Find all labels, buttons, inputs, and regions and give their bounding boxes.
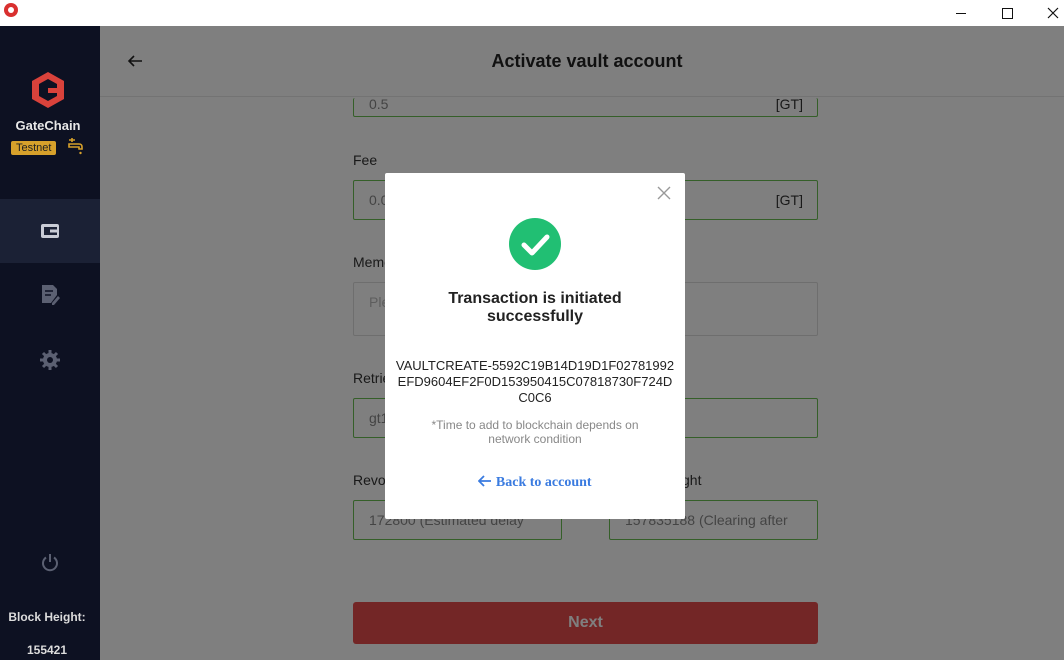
gatechain-logo-icon [32, 72, 64, 108]
close-icon [1047, 7, 1059, 19]
block-height-value: 155421 [26, 643, 68, 657]
block-height-label: Block Height: [8, 610, 86, 624]
back-to-account-label: Back to account [495, 475, 592, 490]
minimize-button[interactable] [938, 0, 984, 26]
gear-icon [40, 350, 60, 370]
power-icon [42, 554, 58, 572]
sidebar-item-settings[interactable] [0, 328, 100, 392]
modal-title: Transaction is initiated successfully [448, 290, 622, 325]
app-icon [4, 3, 18, 17]
brand-name: GateChain [15, 118, 81, 133]
sidebar-item-wallet[interactable] [0, 199, 100, 263]
sidebar-item-logout[interactable] [0, 531, 100, 595]
success-check-icon [509, 218, 561, 270]
records-icon [42, 285, 60, 305]
success-modal: Transaction is initiated successfully VA… [385, 173, 685, 519]
wallet-icon [41, 224, 59, 238]
faucet-icon[interactable] [66, 136, 86, 156]
close-window-button[interactable] [1030, 0, 1064, 26]
window-titlebar [0, 0, 1064, 26]
sidebar: GateChain Testnet Block Height: 155421 [0, 26, 100, 660]
transaction-id: VAULTCREATE-5592C19B14D19D1F02781992EFD9… [395, 358, 675, 405]
confirmation-note: *Time to add to blockchain depends on ne… [431, 418, 639, 446]
network-badge: Testnet [11, 141, 57, 155]
sidebar-item-records[interactable] [0, 263, 100, 327]
back-to-account-link[interactable]: Back to account [385, 475, 685, 491]
close-icon[interactable] [656, 185, 672, 201]
maximize-button[interactable] [984, 0, 1030, 26]
arrow-left-icon [478, 475, 492, 487]
